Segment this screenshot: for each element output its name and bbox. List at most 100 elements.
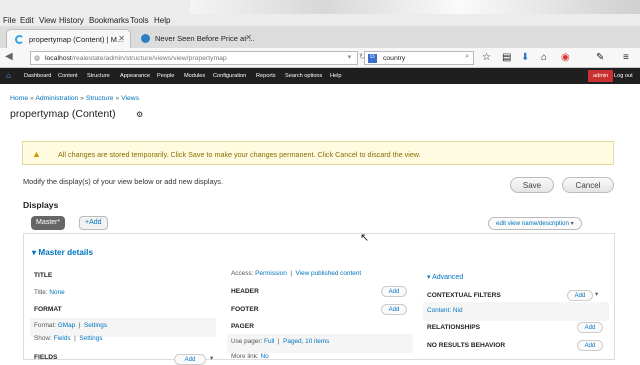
chevron-down-icon[interactable]: ▾ [210,354,213,362]
triangle-down-icon: ▾ [427,274,431,281]
paged-items-link[interactable]: Paged, 10 items [283,338,329,345]
title-row: Title: None [34,289,65,296]
breadcrumb-structure[interactable]: Structure [86,95,114,102]
admin-menu-content[interactable]: Content [58,73,78,79]
master-display-tab[interactable]: Master* [31,216,66,230]
tab-strip: propertymap (Content) | M... ✕ Never See… [0,26,640,67]
background-image-strip [190,0,640,14]
admin-user-link[interactable]: admin [588,70,614,82]
format-settings-link[interactable]: Settings [84,322,107,329]
back-button[interactable]: ◀ [5,51,13,62]
admin-menu-appearance[interactable]: Appearance [120,73,150,79]
use-pager-full-link[interactable]: Full [264,338,274,345]
no-results-heading: NO RESULTS BEHAVIOR [427,342,506,349]
contextual-filter-item: Content: Nid [427,307,463,314]
relationships-add-button[interactable]: Add [577,322,603,333]
menu-icon[interactable]: ≡ [623,52,629,63]
menu-view[interactable]: View [39,16,56,25]
show-value-link[interactable]: Fields [54,335,71,342]
url-bar[interactable]: ◍ localhost/realestate/admin/structure/v… [30,51,358,65]
master-details-toggle[interactable]: ▾ Master details [32,247,93,257]
tab-never-seen[interactable]: Never Seen Before Price at ... ✕ [133,29,257,48]
edit-view-name-button[interactable]: edit view name/description ▾ [488,217,582,230]
footer-add-button[interactable]: Add [381,304,407,315]
pager-heading: PAGER [231,323,254,330]
menu-tools[interactable]: Tools [130,16,149,25]
search-engine-icon[interactable]: G [368,54,377,63]
search-input[interactable]: G country ⌕ [364,51,474,65]
home-icon[interactable]: ⌂ [6,71,11,80]
more-link-label: More link: [231,353,259,360]
chevron-down-icon: ▾ [570,220,574,227]
contextual-filters-add-button[interactable]: Add [567,290,593,301]
breadcrumb-administration[interactable]: Administration [35,95,78,102]
format-heading: FORMAT [34,306,62,313]
add-display-button[interactable]: +Add [79,216,108,230]
pencil-icon[interactable]: ✎ [596,52,604,63]
breadcrumb-views[interactable]: Views [121,95,139,102]
search-value: country [383,55,406,62]
master-details-panel: ▾ Master details TITLE Title: None FORMA… [23,234,615,365]
view-published-link[interactable]: View published content [296,270,362,277]
admin-menu-modules[interactable]: Modules [184,73,205,79]
home-icon[interactable]: ⌂ [541,52,547,63]
menu-bookmarks[interactable]: Bookmarks [89,16,129,25]
modify-text: Modify the display(s) of your view below… [23,177,224,186]
url-path: /realestate/admin/structure/views/view/p… [71,55,227,62]
clipboard-icon[interactable]: ▤ [502,52,511,63]
admin-menu-people[interactable]: People [157,73,174,79]
admin-toolbar: ⌂ Dashboard Content Structure Appearance… [0,68,640,84]
admin-menu-structure[interactable]: Structure [87,73,110,79]
drupal-icon [141,34,150,43]
close-icon[interactable]: ✕ [245,33,252,42]
menu-edit[interactable]: Edit [20,16,34,25]
header-heading: HEADER [231,288,259,295]
save-button[interactable]: Save [510,177,554,193]
navigation-toolbar: ◀ ◍ localhost/realestate/admin/structure… [0,48,640,68]
mouse-cursor: ↖ [360,232,370,244]
download-icon[interactable]: ⬇ [521,52,529,63]
admin-menu-configuration[interactable]: Configuration [213,73,246,79]
show-label: Show: [34,335,52,342]
use-pager-label: Use pager: [231,338,263,345]
access-permission-link[interactable]: Permission [255,270,287,277]
star-icon[interactable]: ☆ [482,52,491,63]
logout-link[interactable]: Log out [614,73,633,79]
cancel-button[interactable]: Cancel [562,177,614,193]
search-icon[interactable]: ⌕ [465,53,469,61]
no-results-add-button[interactable]: Add [577,340,603,351]
breadcrumb-home[interactable]: Home [10,95,28,102]
chevron-down-icon[interactable]: ▾ [595,290,598,298]
use-pager-row: Use pager: Full | Paged, 10 items [231,338,330,345]
access-label: Access: [231,270,254,277]
format-value-link[interactable]: GMap [58,322,75,329]
format-row: Format: GMap | Settings [34,322,108,329]
advanced-label: Advanced [432,274,464,281]
tab-propertymap[interactable]: propertymap (Content) | M... ✕ [6,29,131,48]
menu-file[interactable]: File [3,16,16,25]
footer-heading: FOOTER [231,306,259,313]
content-nid-link[interactable]: Content: Nid [427,307,463,314]
access-row: Access: Permission | View published cont… [231,270,362,277]
admin-menu-search-options[interactable]: Search options [285,73,322,79]
tab-label: Never Seen Before Price at ... [155,34,255,43]
dropdown-icon[interactable]: ▾ [348,53,351,61]
header-add-button[interactable]: Add [381,286,407,297]
displays-heading: Displays [23,200,59,210]
more-link-value[interactable]: No [260,353,268,360]
admin-menu-help[interactable]: Help [330,73,342,79]
breadcrumb: Home » Administration » Structure » View… [10,95,140,102]
globe-icon: ◍ [34,55,41,62]
show-settings-link[interactable]: Settings [79,335,102,342]
admin-menu-dashboard[interactable]: Dashboard [24,73,51,79]
admin-menu-reports[interactable]: Reports [256,73,276,79]
addon-icon[interactable]: ◉ [561,52,570,63]
gear-icon[interactable]: ⚙ [136,110,143,119]
advanced-toggle[interactable]: ▾ Advanced [427,273,463,281]
title-value-link[interactable]: None [49,289,64,296]
show-row: Show: Fields | Settings [34,335,103,342]
warning-message: ▲ All changes are stored temporarily. Cl… [22,141,614,165]
menu-help[interactable]: Help [154,16,170,25]
menu-history[interactable]: History [59,16,84,25]
close-icon[interactable]: ✕ [118,34,125,43]
